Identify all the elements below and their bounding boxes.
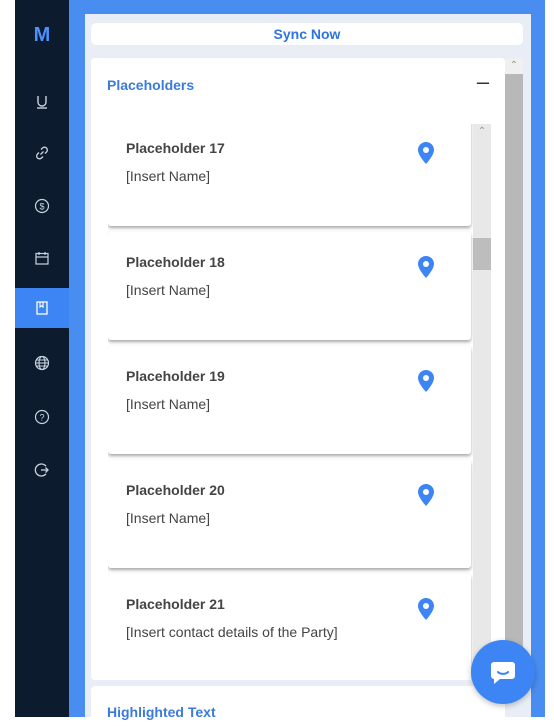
sidebar-item-globe[interactable] — [15, 343, 69, 383]
underline-icon — [37, 96, 47, 109]
placeholder-card[interactable]: Placeholder 19 [Insert Name] — [108, 346, 471, 454]
chat-bubble-icon — [491, 662, 515, 684]
calendar-icon — [35, 252, 49, 265]
location-pin-icon[interactable] — [418, 142, 434, 164]
placeholder-value: [Insert Name] — [126, 282, 211, 298]
sidebar-item-pricing[interactable]: $ — [15, 186, 69, 226]
placeholder-title: Placeholder 17 — [126, 140, 225, 156]
panel-scroll-up-arrow-icon[interactable]: ⌃ — [505, 58, 523, 74]
placeholder-card[interactable]: Placeholder 21 [Insert contact details o… — [108, 574, 471, 680]
scroll-up-arrow-icon[interactable]: ⌃ — [473, 124, 491, 140]
svg-text:$: $ — [39, 202, 44, 212]
sync-now-button[interactable]: Sync Now — [91, 23, 523, 45]
sidebar-item-calendar[interactable] — [15, 238, 69, 278]
app-logo: M — [33, 24, 51, 46]
dollar-icon: $ — [34, 198, 50, 214]
panel-scrollbar-thumb[interactable] — [505, 74, 523, 694]
placeholder-card[interactable]: Placeholder 18 [Insert Name] — [108, 232, 471, 340]
sidebar-item-bookmark[interactable] — [15, 288, 69, 328]
globe-icon — [34, 355, 50, 371]
logout-icon — [34, 463, 49, 477]
sidebar-item-help[interactable]: ? — [15, 397, 69, 437]
placeholder-card[interactable]: Placeholder 17 [Insert Name] — [108, 124, 471, 226]
bookmark-icon — [36, 301, 48, 315]
location-pin-icon[interactable] — [418, 256, 434, 278]
placeholder-value: [Insert Name] — [126, 168, 211, 184]
panel-content: Sync Now Placeholders – Placeholder 17 [… — [85, 14, 531, 726]
placeholder-value: [Insert Name] — [126, 396, 211, 412]
placeholder-list: Placeholder 17 [Insert Name] Placeholder… — [108, 124, 489, 680]
placeholder-title: Placeholder 19 — [126, 368, 225, 384]
help-icon: ? — [34, 409, 50, 425]
location-pin-icon[interactable] — [418, 598, 434, 620]
placeholder-value: [Insert contact details of the Party] — [126, 624, 338, 640]
location-pin-icon[interactable] — [418, 370, 434, 392]
highlighted-text-section[interactable]: Highlighted Text — [91, 686, 505, 726]
placeholder-title: Placeholder 18 — [126, 254, 225, 270]
placeholder-title: Placeholder 21 — [126, 596, 225, 612]
chat-button[interactable] — [471, 640, 535, 704]
section-title[interactable]: Placeholders — [107, 77, 194, 93]
placeholder-value: [Insert Name] — [126, 510, 211, 526]
placeholders-section: Placeholders – Placeholder 17 [Insert Na… — [91, 58, 505, 680]
collapse-button[interactable]: – — [475, 70, 491, 94]
sidebar: M $ ? — [15, 0, 69, 717]
main-panel: Sync Now Placeholders – Placeholder 17 [… — [69, 0, 545, 726]
section-title: Highlighted Text — [107, 704, 216, 720]
placeholder-title: Placeholder 20 — [126, 482, 225, 498]
sidebar-item-link[interactable] — [15, 133, 69, 173]
link-icon — [36, 146, 48, 160]
list-scrollbar-thumb[interactable] — [473, 238, 491, 270]
sidebar-item-logout[interactable] — [15, 450, 69, 490]
location-pin-icon[interactable] — [418, 484, 434, 506]
list-scrollbar[interactable] — [473, 124, 491, 680]
sidebar-item-underline[interactable] — [15, 82, 69, 122]
placeholder-card[interactable]: Placeholder 20 [Insert Name] — [108, 460, 471, 568]
svg-text:?: ? — [39, 413, 44, 423]
